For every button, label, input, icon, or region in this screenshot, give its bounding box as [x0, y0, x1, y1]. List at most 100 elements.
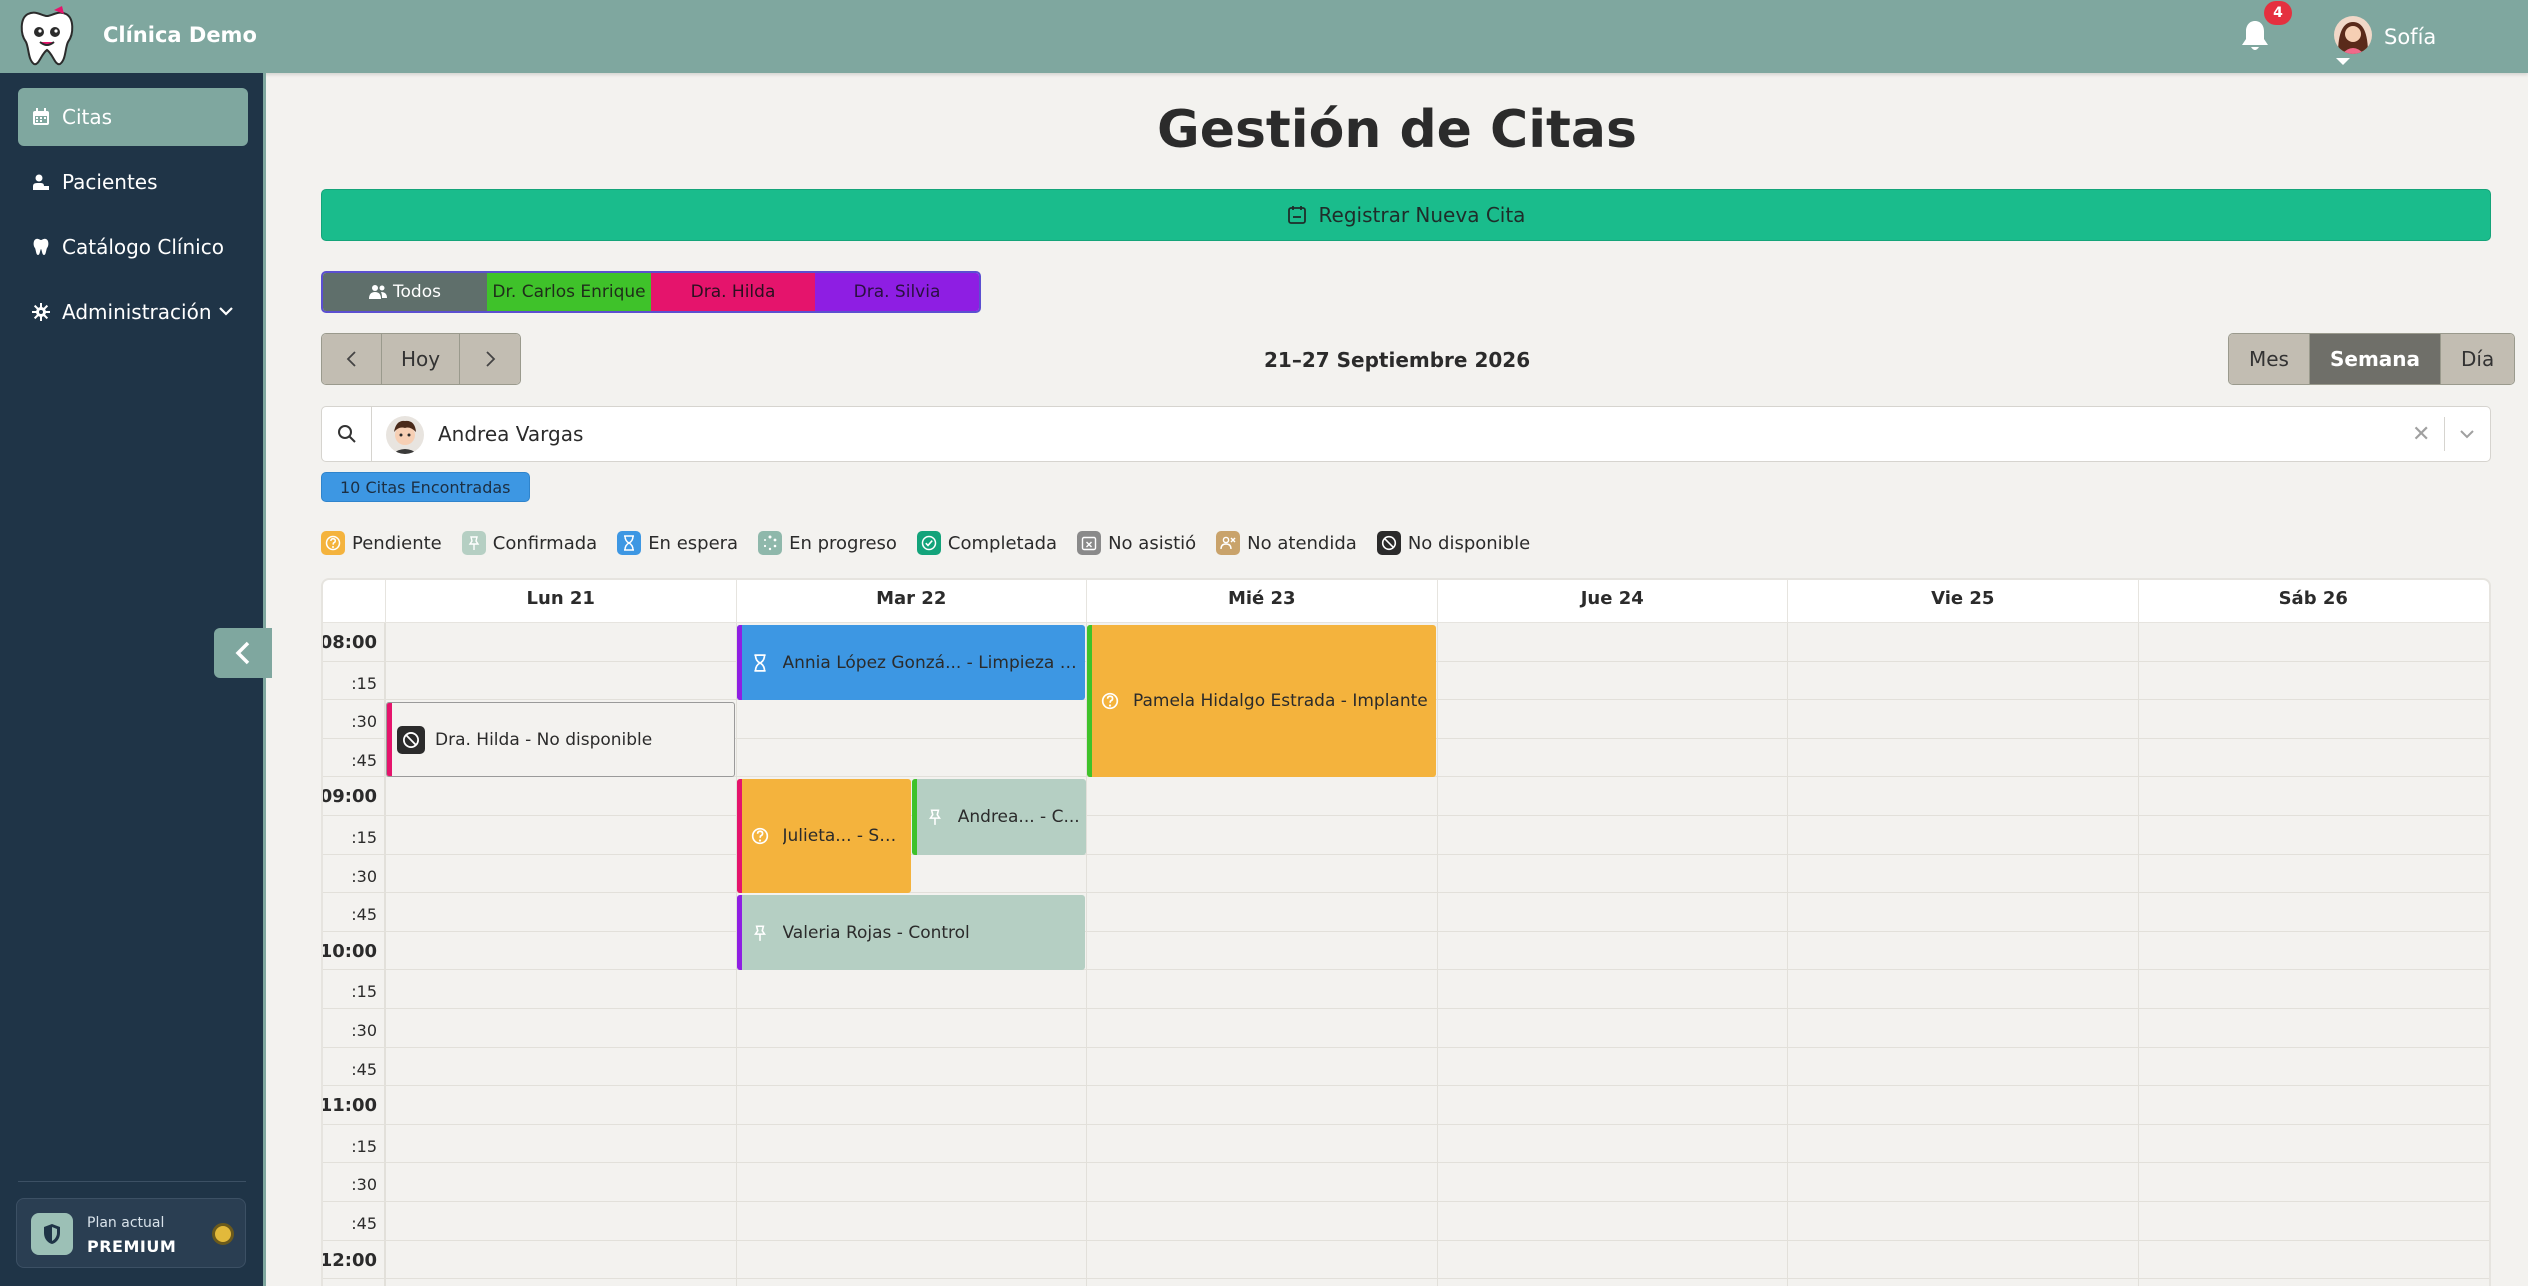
event-label: Annia López Gonzá... - Limpieza Den... — [782, 652, 1080, 673]
doctor-color-bar — [736, 895, 742, 971]
legend-label: No asistió — [1108, 532, 1197, 554]
filter-dr-carlos-enrique[interactable]: Dr. Carlos Enrique — [487, 273, 651, 311]
filter-label: Dr. Carlos Enrique — [492, 282, 646, 302]
sidebar: Citas Pacientes Catálogo Clínico Adminis… — [0, 73, 266, 1286]
sidebar-divider — [18, 1181, 246, 1182]
today-button[interactable]: Hoy — [382, 334, 460, 384]
sidebar-item-label: Pacientes — [62, 170, 158, 194]
gear-icon — [32, 303, 50, 321]
legend-label: En progreso — [789, 532, 897, 554]
user-x-icon — [1220, 536, 1236, 550]
day-column[interactable] — [2137, 623, 2489, 1286]
view-day-button[interactable]: Día — [2441, 334, 2515, 384]
question-icon — [1101, 693, 1119, 710]
legend-item: No disponible — [1376, 531, 1531, 555]
chevron-left-icon — [346, 351, 356, 367]
next-button[interactable] — [460, 334, 520, 384]
pin-icon — [753, 925, 766, 941]
register-appointment-button[interactable]: Registrar Nueva Cita — [321, 189, 2491, 241]
legend-swatch — [1376, 531, 1401, 555]
legend-item: En progreso — [758, 531, 897, 555]
user-menu-caret-icon[interactable] — [2336, 58, 2350, 65]
legend-swatch — [617, 531, 642, 555]
hourglass-icon — [624, 535, 635, 551]
page-title: Gestión de Citas — [1157, 100, 1637, 160]
tooth-logo[interactable] — [14, 4, 80, 68]
event-label: Julieta... - Se... — [782, 826, 905, 847]
day-column[interactable] — [1787, 623, 2138, 1286]
spinner-icon — [763, 535, 777, 551]
filter-dra-silvia[interactable]: Dra. Silvia — [815, 273, 979, 311]
search-icon — [322, 407, 372, 461]
top-bar: Clínica Demo 4 Sofía — [0, 0, 2528, 73]
week-calendar: Lun 21 Mar 22 Mié 23 Jue 24 Vie 25 Sáb 26 08:… — [321, 578, 2491, 1286]
plan-card[interactable]: Plan actual PREMIUM — [16, 1198, 246, 1268]
sidebar-item-label: Administración — [62, 300, 212, 324]
day-header: Lun 21 — [385, 580, 736, 623]
doctor-color-bar — [736, 625, 742, 701]
bell-icon[interactable] — [2240, 19, 2270, 53]
appointment-event[interactable]: Dra. Hilda - No disponible — [386, 702, 735, 778]
notification-badge: 4 — [2264, 1, 2292, 25]
sidebar-item-label: Catálogo Clínico — [62, 235, 224, 259]
day-header: Vie 25 — [1787, 580, 2138, 623]
pin-icon — [928, 809, 941, 825]
ban-icon — [1381, 535, 1396, 551]
sidebar-item-catalogo[interactable]: Catálogo Clínico — [18, 218, 248, 276]
appointment-event[interactable]: Valeria Rojas - Control — [736, 895, 1085, 971]
filter-label: Dra. Hilda — [690, 282, 776, 302]
doctor-color-bar — [1087, 625, 1092, 778]
search-separator — [2444, 417, 2445, 451]
event-label: Andrea... - C... — [957, 806, 1080, 827]
plan-label: Plan actual — [87, 1215, 165, 1231]
legend-label: Pendiente — [352, 532, 442, 554]
sidebar-item-administracion[interactable]: Administración — [18, 283, 248, 341]
appointment-event[interactable]: Annia López Gonzá... - Limpieza Den... — [736, 625, 1085, 701]
patient-icon — [33, 174, 49, 190]
day-header: Sáb 26 — [2137, 580, 2489, 623]
legend-label: No disponible — [1407, 532, 1531, 554]
user-avatar[interactable] — [2334, 16, 2372, 54]
ban-icon — [403, 731, 419, 748]
chevron-right-icon — [486, 351, 496, 367]
day-column[interactable] — [1436, 623, 1788, 1286]
patient-search[interactable]: Andrea Vargas ✕ — [321, 406, 2491, 462]
doctor-color-bar — [387, 703, 392, 777]
legend-label: No atendida — [1247, 532, 1357, 554]
day-header: Mar 22 — [735, 580, 1087, 623]
legend-label: Confirmada — [492, 532, 598, 554]
calendar-header: Lun 21 Mar 22 Mié 23 Jue 24 Vie 25 Sáb 26 — [323, 580, 2489, 623]
collapse-sidebar-button[interactable] — [214, 628, 272, 678]
legend-item: Pendiente — [321, 531, 442, 555]
time-column — [323, 623, 385, 1286]
appointment-event[interactable]: Andrea... - C... — [911, 779, 1086, 855]
filter-dra-hilda[interactable]: Dra. Hilda — [651, 273, 815, 311]
sidebar-item-pacientes[interactable]: Pacientes — [18, 153, 248, 211]
tooth-icon — [33, 238, 49, 255]
plan-name: PREMIUM — [87, 1237, 177, 1256]
day-header: Mié 23 — [1086, 580, 1437, 623]
legend-item: No atendida — [1216, 531, 1357, 555]
chevron-down-icon[interactable] — [2458, 427, 2476, 441]
legend-item: Completada — [916, 531, 1057, 555]
view-month-button[interactable]: Mes — [2229, 334, 2310, 384]
check-icon — [921, 535, 937, 551]
legend-item: Confirmada — [461, 531, 598, 555]
doctor-color-bar — [911, 779, 917, 855]
calendar-body: 08:00:15:30:45 09:00:15:30:45 10:00:15:30:… — [323, 623, 2489, 1286]
appointment-event[interactable]: Pamela Hidalgo Estrada - Implante — [1087, 625, 1436, 778]
filter-label: Todos — [393, 282, 441, 302]
event-label: Pamela Hidalgo Estrada - Implante — [1133, 691, 1428, 712]
legend-swatch — [758, 531, 783, 555]
register-button-label: Registrar Nueva Cita — [1318, 203, 1526, 227]
patient-avatar — [386, 416, 424, 454]
search-input[interactable]: Andrea Vargas — [438, 422, 583, 446]
user-name[interactable]: Sofía — [2384, 25, 2436, 49]
chevron-left-icon — [235, 641, 250, 665]
clear-icon[interactable]: ✕ — [2412, 422, 2430, 447]
appointment-event[interactable]: Julieta... - Se... — [736, 779, 911, 894]
view-week-button[interactable]: Semana — [2309, 334, 2442, 384]
prev-button[interactable] — [322, 334, 382, 384]
view-switcher: Mes Semana Día — [2228, 333, 2516, 385]
filter-todos[interactable]: Todos — [323, 273, 487, 311]
